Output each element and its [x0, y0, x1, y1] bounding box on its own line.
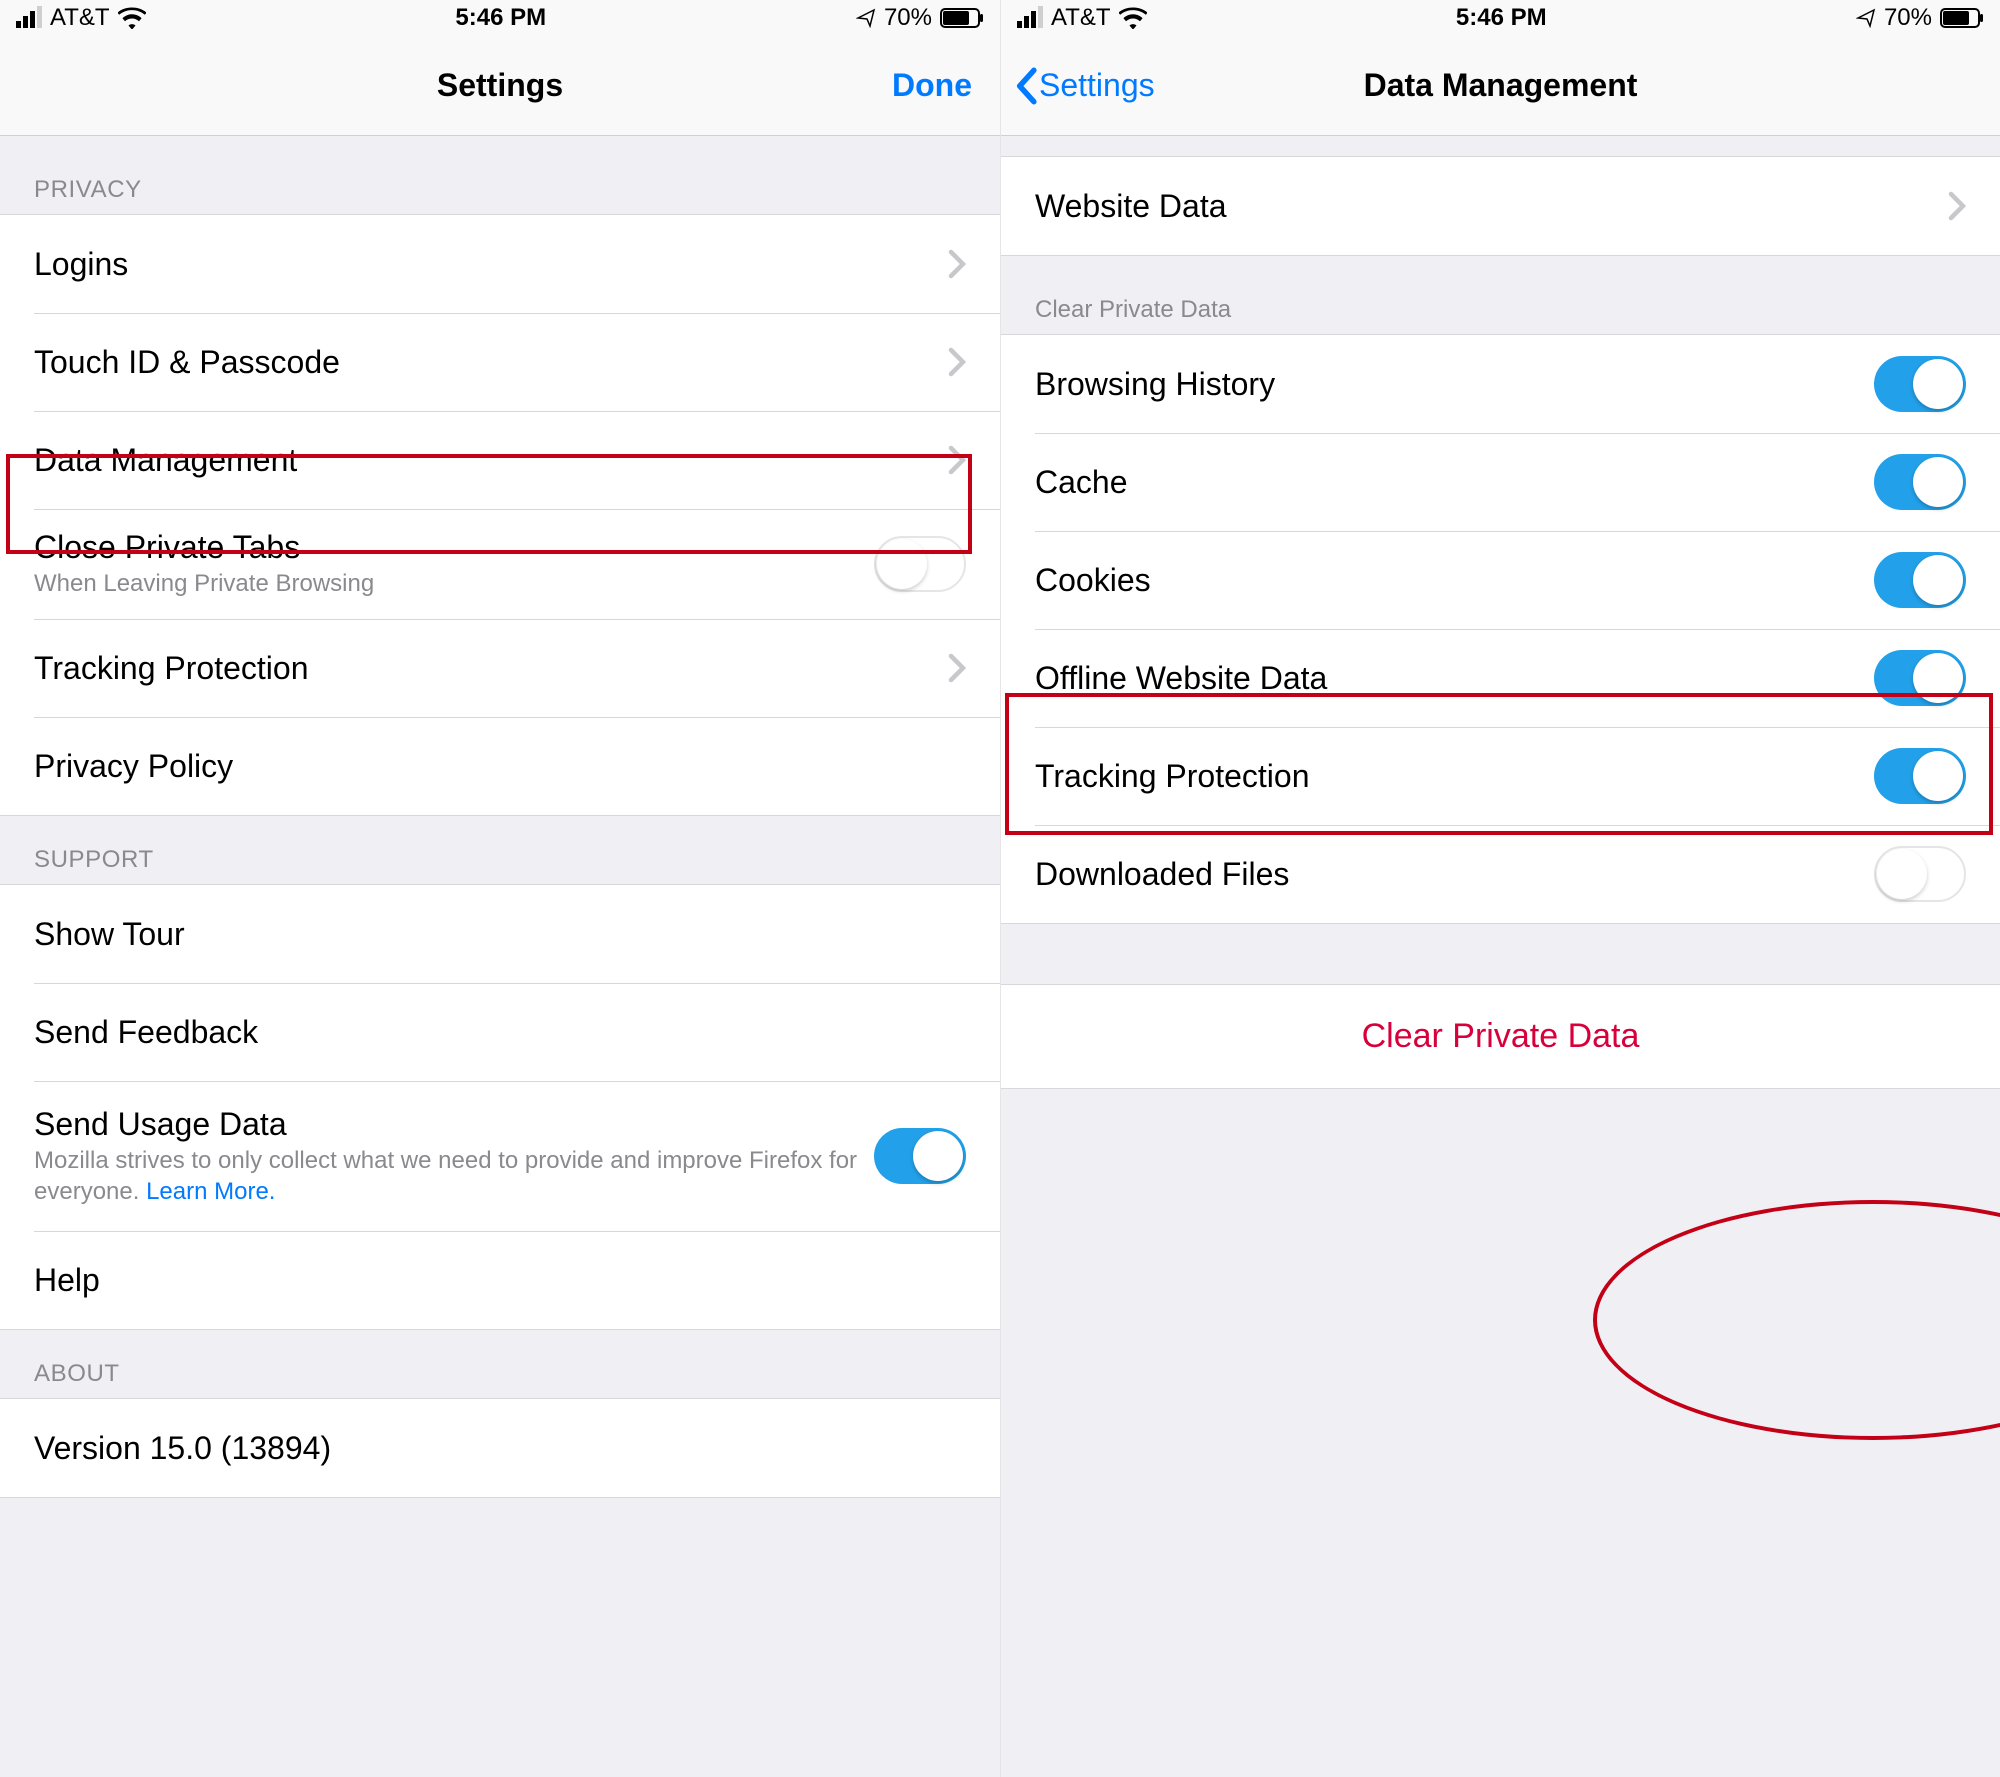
clear-private-data-label: Clear Private Data — [1362, 1017, 1640, 1055]
clock-label: 5:46 PM — [455, 4, 546, 32]
row-subtitle: Mozilla strives to only collect what we … — [34, 1145, 874, 1207]
row-label: Tracking Protection — [34, 650, 308, 687]
offline-data-toggle[interactable] — [1874, 650, 1966, 706]
cookies-toggle[interactable] — [1874, 552, 1966, 608]
downloaded-files-toggle[interactable] — [1874, 846, 1966, 902]
back-button[interactable]: Settings — [1001, 67, 1155, 105]
close-private-tabs-row[interactable]: Close Private Tabs When Leaving Private … — [0, 509, 1000, 619]
send-feedback-row[interactable]: Send Feedback — [0, 983, 1000, 1081]
website-data-list: Website Data — [1001, 156, 2000, 256]
chevron-right-icon — [948, 653, 966, 683]
row-label: Data Management — [34, 442, 297, 479]
tracking-protection-row[interactable]: Tracking Protection — [0, 619, 1000, 717]
nav-bar: Settings Data Management — [1001, 36, 2000, 136]
row-label: Privacy Policy — [34, 748, 233, 785]
privacy-section-header: PRIVACY — [0, 136, 1000, 214]
row-label: Cache — [1035, 464, 1128, 501]
privacy-policy-row[interactable]: Privacy Policy — [0, 717, 1000, 815]
send-usage-data-row[interactable]: Send Usage Data Mozilla strives to only … — [0, 1081, 1000, 1231]
done-button[interactable]: Done — [892, 67, 1000, 104]
clear-private-data-header: Clear Private Data — [1001, 256, 2000, 334]
row-label: Show Tour — [34, 916, 185, 953]
row-label: Close Private Tabs — [34, 529, 874, 566]
wifi-icon — [118, 7, 146, 29]
battery-icon — [940, 8, 984, 28]
row-label: Touch ID & Passcode — [34, 344, 340, 381]
row-label: Offline Website Data — [1035, 660, 1327, 697]
clock-label: 5:46 PM — [1456, 4, 1547, 32]
touch-id-row[interactable]: Touch ID & Passcode — [0, 313, 1000, 411]
chevron-right-icon — [948, 249, 966, 279]
chevron-right-icon — [948, 445, 966, 475]
chevron-right-icon — [948, 347, 966, 377]
battery-icon — [1940, 8, 1984, 28]
support-list: Show Tour Send Feedback Send Usage Data … — [0, 884, 1000, 1330]
annotation-highlight-ellipse — [1593, 1200, 2000, 1440]
cell-signal-icon — [1017, 8, 1043, 28]
offline-website-data-row[interactable]: Offline Website Data — [1001, 629, 2000, 727]
carrier-label: AT&T — [1051, 4, 1111, 32]
data-management-screen: AT&T 5:46 PM 70% Settings Data Managemen… — [1000, 0, 2000, 1777]
help-row[interactable]: Help — [0, 1231, 1000, 1329]
status-bar: AT&T 5:46 PM 70% — [1001, 0, 2000, 36]
carrier-label: AT&T — [50, 4, 110, 32]
wifi-icon — [1119, 7, 1147, 29]
row-subtitle: When Leaving Private Browsing — [34, 568, 874, 599]
tracking-protection-toggle[interactable] — [1874, 748, 1966, 804]
chevron-right-icon — [1948, 191, 1966, 221]
nav-bar: Settings Done — [0, 36, 1000, 136]
page-title: Settings — [0, 67, 1000, 104]
browsing-history-row[interactable]: Browsing History — [1001, 335, 2000, 433]
logins-row[interactable]: Logins — [0, 215, 1000, 313]
support-section-header: SUPPORT — [0, 816, 1000, 884]
about-section-header: ABOUT — [0, 1330, 1000, 1398]
chevron-left-icon — [1015, 67, 1037, 105]
status-bar: AT&T 5:46 PM 70% — [0, 0, 1000, 36]
website-data-row[interactable]: Website Data — [1001, 157, 2000, 255]
row-label: Website Data — [1035, 188, 1227, 225]
back-label: Settings — [1039, 67, 1155, 104]
browsing-history-toggle[interactable] — [1874, 356, 1966, 412]
row-label: Cookies — [1035, 562, 1151, 599]
battery-pct-label: 70% — [884, 4, 932, 32]
downloaded-files-row[interactable]: Downloaded Files — [1001, 825, 2000, 923]
cell-signal-icon — [16, 8, 42, 28]
settings-screen: AT&T 5:46 PM 70% Settings Done PRIVACY L… — [0, 0, 1000, 1777]
privacy-list: Logins Touch ID & Passcode Data Manageme… — [0, 214, 1000, 816]
row-label: Help — [34, 1262, 100, 1299]
version-row: Version 15.0 (13894) — [0, 1399, 1000, 1497]
row-label: Browsing History — [1035, 366, 1275, 403]
location-icon — [1856, 8, 1876, 28]
learn-more-link[interactable]: Learn More. — [146, 1178, 275, 1205]
send-usage-toggle[interactable] — [874, 1128, 966, 1184]
location-icon — [856, 8, 876, 28]
about-list: Version 15.0 (13894) — [0, 1398, 1000, 1498]
row-label: Send Usage Data — [34, 1106, 874, 1143]
data-management-row[interactable]: Data Management — [0, 411, 1000, 509]
show-tour-row[interactable]: Show Tour — [0, 885, 1000, 983]
row-label: Downloaded Files — [1035, 856, 1289, 893]
battery-pct-label: 70% — [1884, 4, 1932, 32]
row-label: Logins — [34, 246, 128, 283]
cache-row[interactable]: Cache — [1001, 433, 2000, 531]
cache-toggle[interactable] — [1874, 454, 1966, 510]
row-label: Send Feedback — [34, 1014, 258, 1051]
tracking-protection-row[interactable]: Tracking Protection — [1001, 727, 2000, 825]
cookies-row[interactable]: Cookies — [1001, 531, 2000, 629]
clear-private-data-button[interactable]: Clear Private Data — [1001, 984, 2000, 1089]
row-label: Tracking Protection — [1035, 758, 1309, 795]
row-label: Version 15.0 (13894) — [34, 1430, 331, 1467]
clear-private-data-list: Browsing History Cache Cookies Offline W… — [1001, 334, 2000, 924]
close-private-toggle[interactable] — [874, 536, 966, 592]
